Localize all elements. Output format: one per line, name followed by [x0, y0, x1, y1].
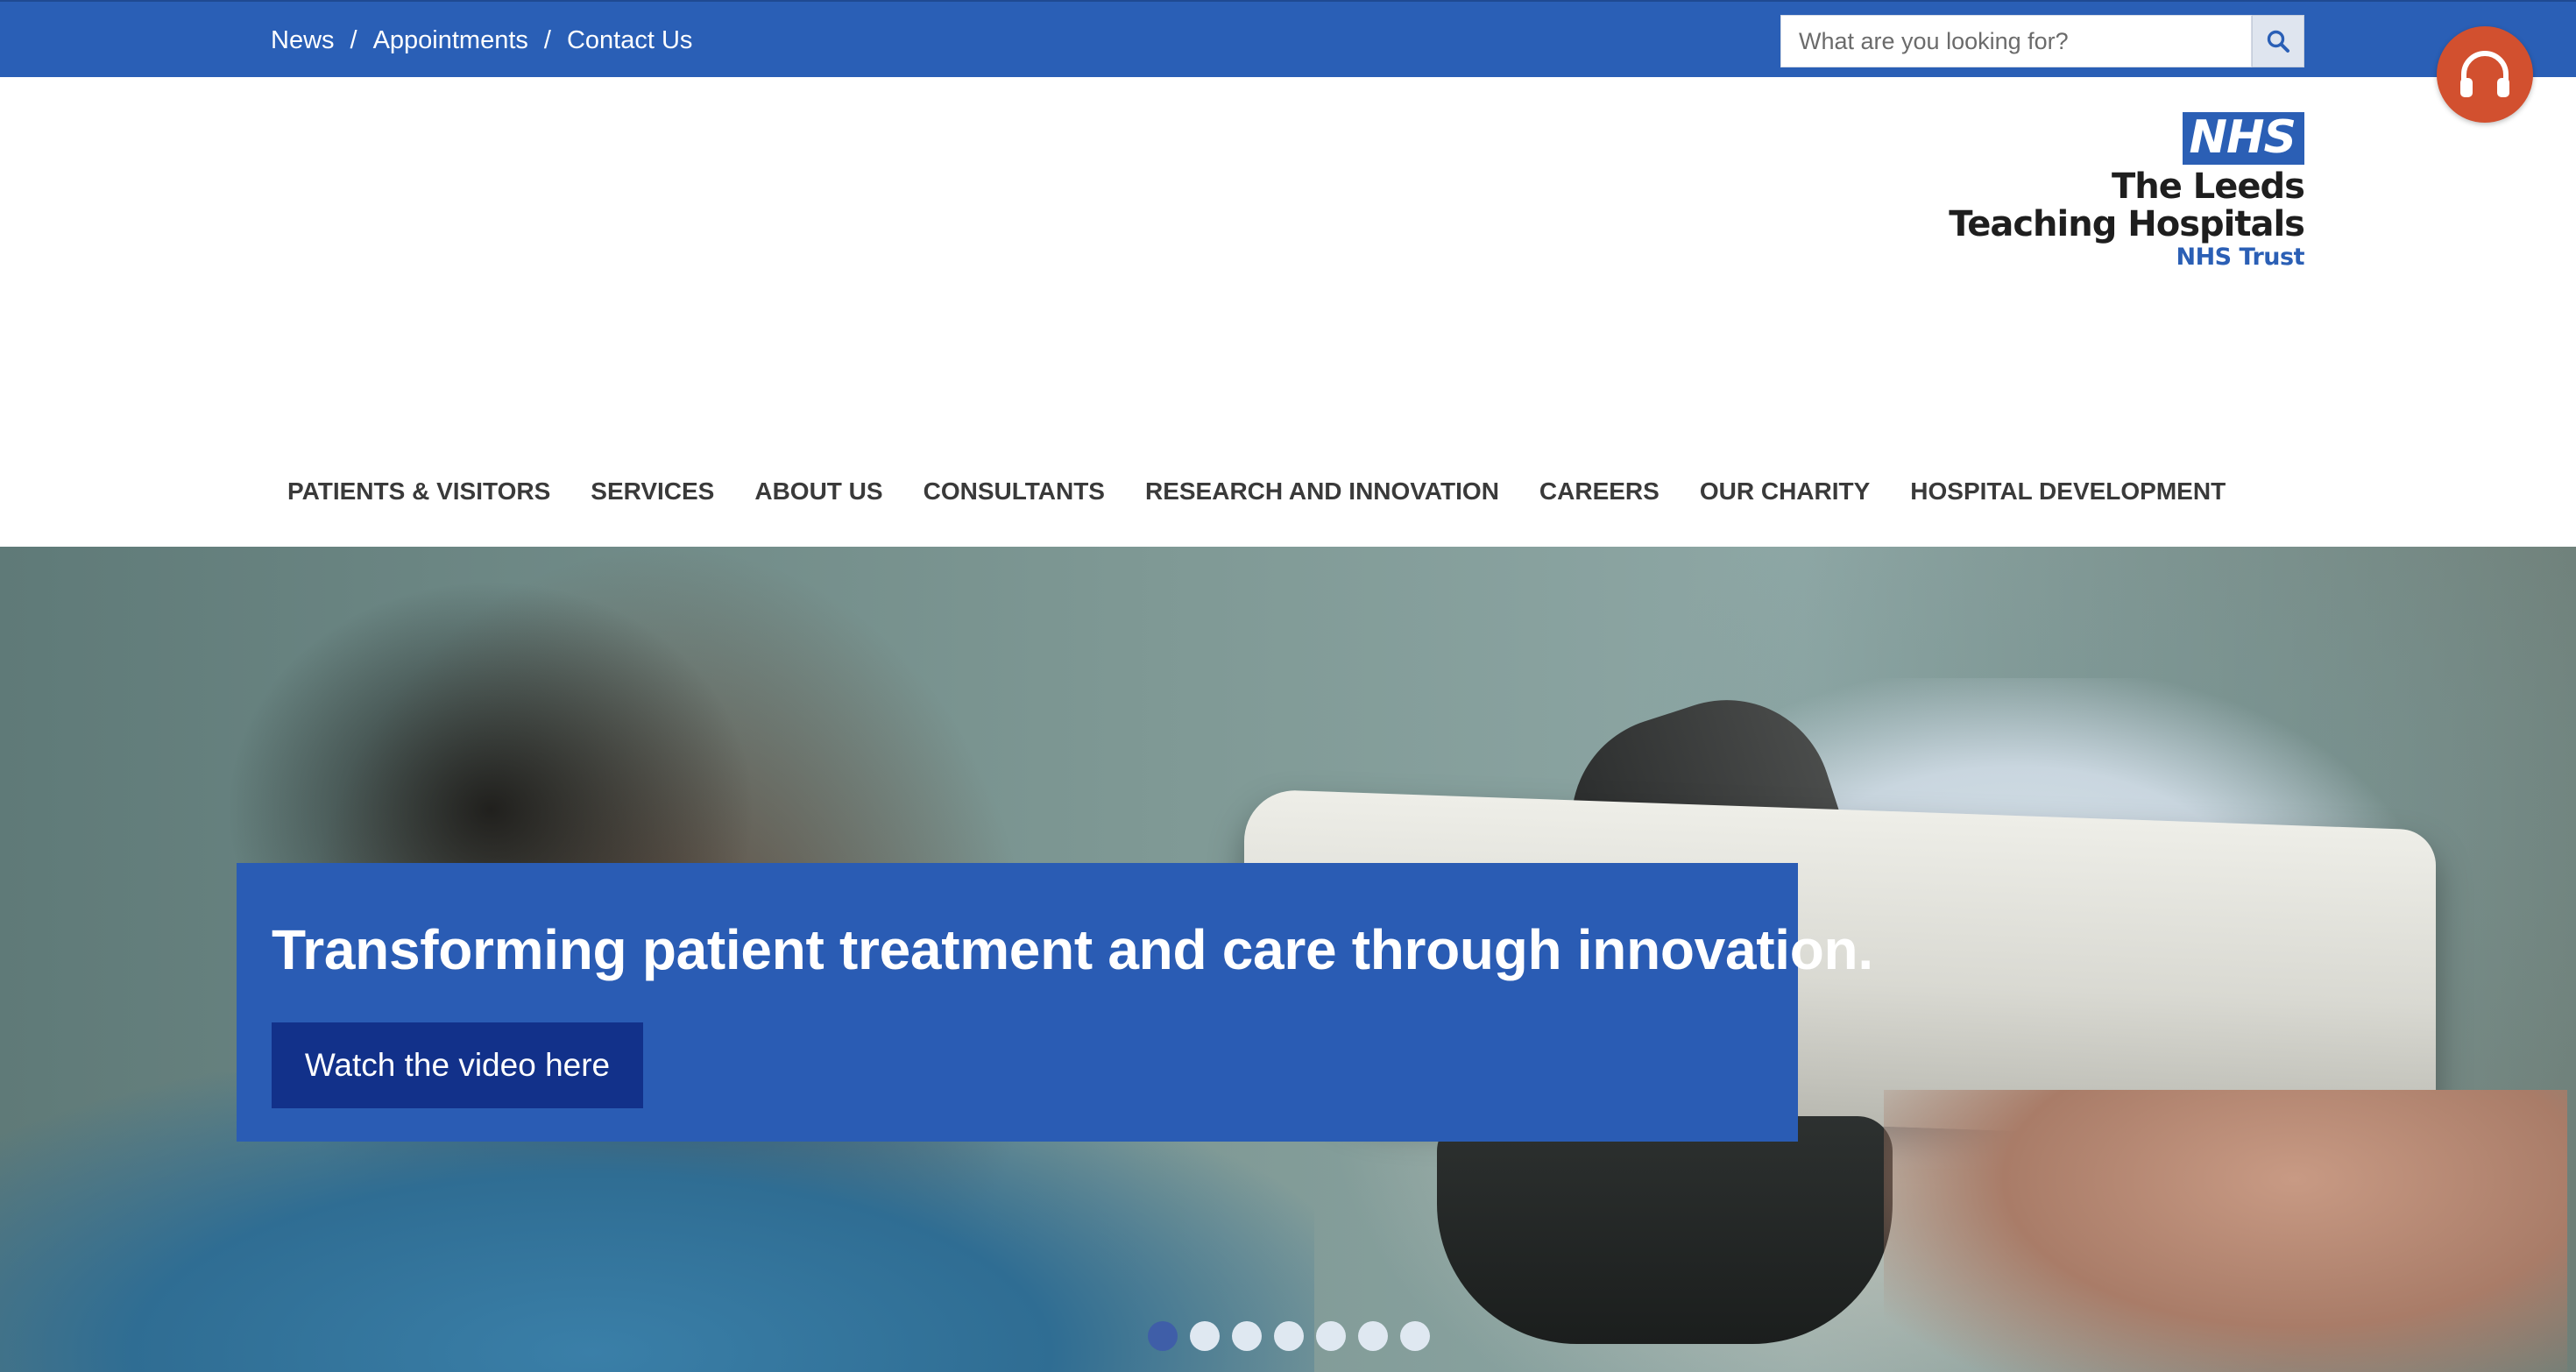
nav-item-our-charity[interactable]: OUR CHARITY: [1700, 477, 1870, 506]
hero-carousel: Transforming patient treatment and care …: [0, 547, 2576, 1372]
search-form: [1780, 15, 2304, 67]
audio-assist-button[interactable]: [2437, 26, 2533, 123]
hero-image-patient-face: [1884, 1090, 2567, 1372]
carousel-dot-4[interactable]: [1274, 1321, 1304, 1351]
util-separator: /: [543, 25, 551, 54]
search-button[interactable]: [2252, 15, 2304, 67]
nav-item-about-us[interactable]: ABOUT US: [754, 477, 882, 506]
top-utility-bar: News / Appointments / Contact Us: [0, 0, 2576, 77]
hero-headline: Transforming patient treatment and care …: [272, 918, 1873, 981]
carousel-dot-3[interactable]: [1232, 1321, 1262, 1351]
search-input[interactable]: [1780, 15, 2252, 67]
hero-caption-card: Transforming patient treatment and care …: [237, 863, 1873, 1142]
util-link-contact-us[interactable]: Contact Us: [567, 26, 692, 55]
carousel-dot-2[interactable]: [1190, 1321, 1220, 1351]
logo-name-line1: The Leeds: [2111, 166, 2305, 207]
carousel-dot-6[interactable]: [1358, 1321, 1388, 1351]
main-navigation: PATIENTS & VISITORS SERVICES ABOUT US CO…: [287, 470, 2226, 513]
nav-item-careers[interactable]: CAREERS: [1539, 477, 1660, 506]
util-link-news[interactable]: News: [271, 26, 335, 55]
nav-item-patients-visitors[interactable]: PATIENTS & VISITORS: [287, 477, 550, 506]
nhs-logo-badge: NHS: [2182, 112, 2304, 165]
carousel-dot-7[interactable]: [1400, 1321, 1430, 1351]
carousel-pagination: [1148, 1321, 1430, 1351]
logo-trust-label: NHS Trust: [2176, 244, 2304, 271]
nav-item-services[interactable]: SERVICES: [591, 477, 714, 506]
util-link-appointments[interactable]: Appointments: [373, 26, 528, 55]
nav-item-consultants[interactable]: CONSULTANTS: [924, 477, 1105, 506]
util-separator: /: [350, 25, 357, 54]
utility-links: News / Appointments / Contact Us: [271, 2, 692, 79]
trust-logo[interactable]: NHS The Leeds Teaching Hospitals NHS Tru…: [1949, 112, 2305, 272]
logo-name-line2: Teaching Hospitals: [1949, 204, 2305, 244]
nav-item-hospital-development[interactable]: HOSPITAL DEVELOPMENT: [1910, 477, 2226, 506]
carousel-dot-1[interactable]: [1148, 1321, 1178, 1351]
search-icon: [2267, 30, 2289, 53]
carousel-dot-5[interactable]: [1316, 1321, 1346, 1351]
nav-item-research-innovation[interactable]: RESEARCH AND INNOVATION: [1145, 477, 1499, 506]
hero-image-headset-visor: [1437, 1116, 1893, 1344]
watch-video-button[interactable]: Watch the video here: [272, 1022, 643, 1108]
headphones-icon: [2460, 51, 2509, 97]
